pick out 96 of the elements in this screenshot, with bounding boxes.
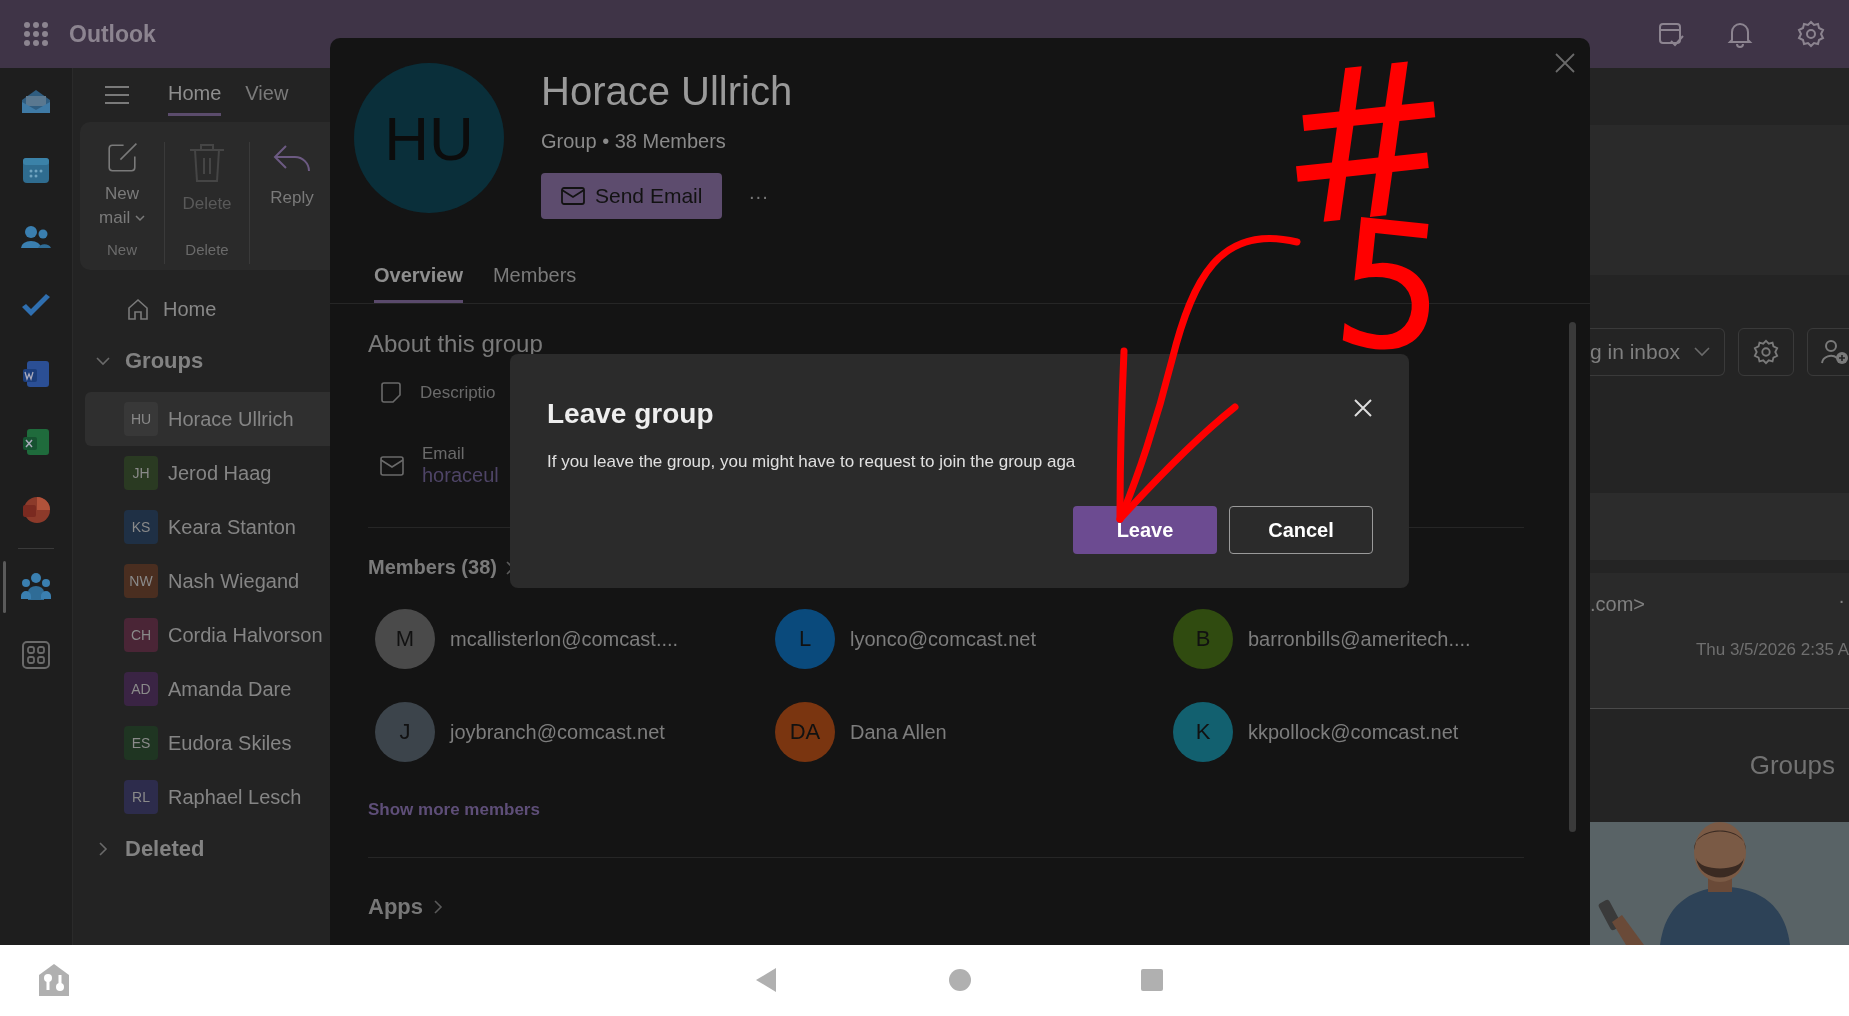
member-avatar: B: [1173, 609, 1233, 669]
home-icon: [127, 298, 149, 320]
group-name: Horace Ullrich: [168, 407, 294, 431]
member-name: barronbills@ameritech....: [1248, 627, 1471, 651]
spreadsheet-x-icon[interactable]: [21, 427, 51, 457]
mail-icon: [380, 455, 404, 476]
group-avatar: ES: [124, 726, 158, 760]
section-heading: Groups: [1749, 750, 1835, 781]
menu-icon[interactable]: [104, 85, 130, 105]
group-name: Raphael Lesch: [168, 785, 302, 809]
home-circle-icon[interactable]: [948, 968, 972, 992]
group-item[interactable]: RL Raphael Lesch: [85, 770, 330, 824]
group-avatar: HU: [124, 402, 158, 436]
member-name: kkpollock@comcast.net: [1248, 720, 1459, 744]
home-item[interactable]: Home: [127, 290, 330, 328]
group-subtitle: Group • 38 Members: [541, 130, 726, 153]
calendar-icon[interactable]: [21, 155, 51, 185]
settings-button[interactable]: [1737, 328, 1794, 376]
leave-button[interactable]: Leave: [1073, 506, 1217, 554]
mail-icon: [561, 187, 585, 205]
folder-header[interactable]: Deleted: [95, 830, 330, 868]
bell-icon[interactable]: [1727, 20, 1753, 48]
settings-icon: [1752, 339, 1779, 365]
note-icon: [380, 382, 402, 404]
description-label: Descriptio: [420, 383, 496, 403]
sender-address: .com>: [1590, 593, 1646, 616]
panel-tab[interactable]: Overview: [374, 258, 463, 303]
ribbon-tab[interactable]: View: [245, 74, 289, 116]
group-item[interactable]: ES Eudora Skiles: [85, 716, 330, 770]
scrollbar[interactable]: [1569, 322, 1576, 832]
section-heading: About this group: [368, 330, 544, 358]
member-name: joybranch@comcast.net: [450, 720, 665, 744]
message-date: Thu 3/5/2026 2:35 A: [1695, 640, 1849, 660]
dialog-message: If you leave the group, you might have to request to join the group aga: [547, 452, 1076, 472]
group-avatar: NW: [124, 564, 158, 598]
member-avatar: J: [375, 702, 435, 762]
group-item[interactable]: KS Keara Stanton: [85, 500, 330, 554]
apps-icon[interactable]: [22, 641, 50, 669]
ribbon-tab[interactable]: Home: [168, 74, 222, 116]
calendar-check-icon[interactable]: [1657, 20, 1685, 48]
group-item[interactable]: AD Amanda Dare: [85, 662, 330, 716]
member-avatar: DA: [775, 702, 835, 762]
group-name: Nash Wiegand: [168, 569, 300, 593]
checkmark-icon[interactable]: [20, 293, 52, 319]
member-avatar: L: [775, 609, 835, 669]
chevron-down-icon[interactable]: [134, 215, 145, 222]
chevron-right-icon: [433, 900, 443, 914]
home-tools-icon[interactable]: [38, 963, 70, 997]
app-launcher-icon[interactable]: [23, 21, 49, 47]
reply-button[interactable]: Reply: [260, 142, 324, 230]
group-name: Amanda Dare: [168, 677, 292, 701]
trash-icon: [187, 142, 227, 184]
group-item[interactable]: JH Jerod Haag: [85, 446, 330, 500]
member-name: lyonco@comcast.net: [850, 627, 1036, 651]
group-label: Delete: [185, 241, 229, 258]
show-more-link[interactable]: Show more members: [368, 800, 540, 820]
group-item[interactable]: CH Cordia Halvorson: [85, 608, 330, 662]
panel-tab[interactable]: Members: [492, 258, 577, 303]
group-avatar: AD: [124, 672, 158, 706]
folder-header[interactable]: Groups: [95, 342, 330, 380]
group-name: Jerod Haag: [168, 461, 272, 485]
dialog-title: Leave group: [547, 398, 714, 430]
group-title: Horace Ullrich: [541, 69, 793, 114]
presentation-p-icon[interactable]: [21, 495, 51, 525]
section-heading: Apps: [368, 894, 423, 920]
group-avatar: JH: [124, 456, 158, 490]
group-name: Eudora Skiles: [168, 731, 292, 755]
section-heading: Members (38): [368, 556, 497, 579]
group-avatar: CH: [124, 618, 158, 652]
mail-icon[interactable]: [20, 88, 52, 116]
chevron-down-icon: [1693, 347, 1710, 357]
new-mail-button[interactable]: New mail: [90, 142, 154, 230]
email-label: Email: [422, 444, 466, 464]
group-avatar: KS: [124, 510, 158, 544]
member-avatar: M: [375, 609, 435, 669]
more-button[interactable]: ···: [748, 184, 769, 208]
member-name: mcallisterlon@comcast....: [450, 627, 679, 651]
more-button[interactable]: ·: [1838, 589, 1845, 612]
group-label: New: [107, 241, 137, 258]
member-avatar: K: [1173, 702, 1233, 762]
recents-icon[interactable]: [1140, 968, 1164, 992]
home-label: Home: [163, 297, 217, 321]
member-name: Dana Allen: [850, 720, 947, 744]
group-item[interactable]: HU Horace Ullrich: [85, 392, 330, 446]
group-name: Keara Stanton: [168, 515, 296, 539]
app-name: Outlook: [69, 20, 156, 48]
document-w-icon[interactable]: [21, 359, 51, 389]
send-email-button[interactable]: Send Email: [541, 173, 723, 219]
group-name: Cordia Halvorson: [168, 623, 323, 647]
groups-icon[interactable]: [20, 572, 52, 602]
add-member-button[interactable]: [1806, 328, 1849, 376]
group-item[interactable]: NW Nash Wiegand: [85, 554, 330, 608]
group-avatar: RL: [124, 780, 158, 814]
cancel-button[interactable]: Cancel: [1229, 506, 1373, 554]
settings-icon[interactable]: [1797, 20, 1825, 48]
back-icon[interactable]: [755, 967, 777, 993]
